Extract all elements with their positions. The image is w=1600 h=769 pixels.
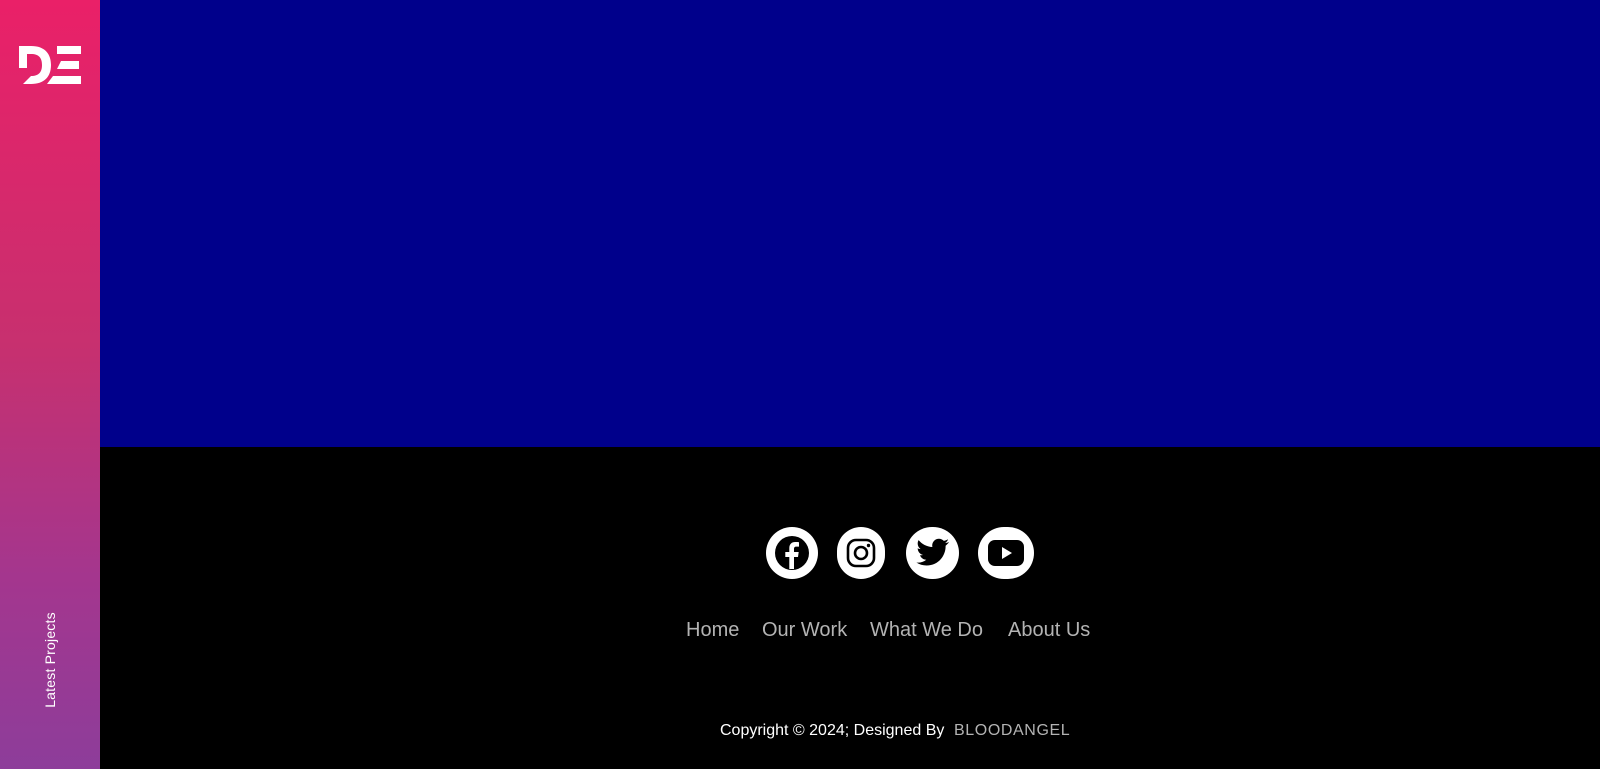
footer: Home Our Work What We Do About Us Copyri… bbox=[100, 447, 1600, 769]
facebook-icon[interactable] bbox=[766, 527, 818, 579]
logo[interactable] bbox=[19, 46, 81, 86]
twitter-icon[interactable] bbox=[906, 527, 959, 579]
designer-link[interactable]: BLOODANGEL bbox=[954, 722, 1070, 740]
nav-what-we-do[interactable]: What We Do bbox=[870, 619, 983, 642]
copyright-text: Copyright © 2024; Designed By bbox=[720, 722, 945, 739]
latest-projects-label[interactable]: Latest Projects bbox=[42, 612, 58, 708]
social-links bbox=[100, 527, 1600, 583]
nav-about-us[interactable]: About Us bbox=[1008, 619, 1090, 642]
youtube-icon[interactable] bbox=[978, 527, 1034, 579]
sidebar: Latest Projects bbox=[0, 0, 100, 769]
instagram-icon[interactable] bbox=[837, 527, 885, 579]
logo-icon bbox=[19, 46, 81, 84]
nav-our-work[interactable]: Our Work bbox=[762, 619, 847, 642]
nav-home[interactable]: Home bbox=[686, 619, 739, 642]
hero-section bbox=[100, 0, 1600, 447]
